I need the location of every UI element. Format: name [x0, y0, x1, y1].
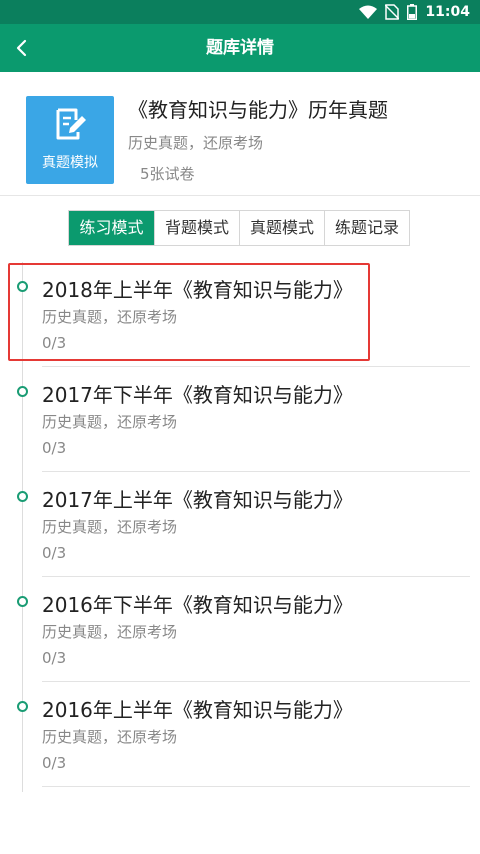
timeline-dot-icon: [17, 701, 28, 712]
paper-title: 2016年上半年《教育知识与能力》: [42, 698, 353, 722]
paper-title: 2017年下半年《教育知识与能力》: [42, 383, 353, 407]
wifi-icon: [359, 5, 378, 19]
book-subtitle: 历史真题，还原考场: [128, 134, 264, 152]
paper-subtitle: 历史真题，还原考场: [42, 308, 178, 326]
paper-subtitle: 历史真题，还原考场: [42, 413, 178, 431]
timeline-dot-icon: [17, 491, 28, 502]
list-item[interactable]: 2018年上半年《教育知识与能力》 历史真题，还原考场 0/3: [0, 262, 480, 367]
clock: 11:04: [425, 4, 470, 20]
list-item[interactable]: 2017年下半年《教育知识与能力》 历史真题，还原考场 0/3: [0, 367, 480, 472]
paper-progress: 0/3: [42, 544, 67, 562]
paper-subtitle: 历史真题，还原考场: [42, 623, 178, 641]
page-title: 题库详情: [206, 38, 274, 58]
list-item[interactable]: 2016年上半年《教育知识与能力》 历史真题，还原考场 0/3: [0, 682, 480, 787]
status-bar: 11:04: [0, 0, 480, 24]
divider: [42, 786, 470, 787]
list-item[interactable]: 2016年下半年《教育知识与能力》 历史真题，还原考场 0/3: [0, 577, 480, 682]
paper-progress: 0/3: [42, 439, 67, 457]
paper-progress: 0/3: [42, 754, 67, 772]
paper-title: 2016年下半年《教育知识与能力》: [42, 593, 353, 617]
book-header: 真题模拟 《教育知识与能力》历年真题 历史真题，还原考场 5张试卷: [0, 72, 480, 196]
battery-icon: [407, 4, 418, 20]
paper-subtitle: 历史真题，还原考场: [42, 518, 178, 536]
tab-practice-mode[interactable]: 练习模式: [69, 211, 154, 245]
no-sim-icon: [385, 4, 400, 20]
paper-title: 2018年上半年《教育知识与能力》: [42, 278, 353, 302]
paper-title: 2017年上半年《教育知识与能力》: [42, 488, 353, 512]
cover-label: 真题模拟: [42, 155, 98, 171]
book-cover: 真题模拟: [26, 96, 114, 184]
tab-memorize-mode[interactable]: 背题模式: [154, 211, 239, 245]
pencil-paper-icon: [56, 108, 86, 140]
tab-practice-record[interactable]: 练题记录: [324, 211, 409, 245]
list-item[interactable]: 2017年上半年《教育知识与能力》 历史真题，还原考场 0/3: [0, 472, 480, 577]
paper-progress: 0/3: [42, 334, 67, 352]
book-title: 《教育知识与能力》历年真题: [128, 98, 388, 122]
timeline-dot-icon: [17, 596, 28, 607]
timeline-dot-icon: [17, 386, 28, 397]
paper-subtitle: 历史真题，还原考场: [42, 728, 178, 746]
timeline-dot-icon: [17, 281, 28, 292]
tab-exam-mode[interactable]: 真题模式: [239, 211, 324, 245]
paper-count: 5张试卷: [140, 165, 195, 183]
paper-progress: 0/3: [42, 649, 67, 667]
mode-tabs: 练习模式 背题模式 真题模式 练题记录: [68, 210, 410, 246]
app-bar: 题库详情: [0, 24, 480, 72]
